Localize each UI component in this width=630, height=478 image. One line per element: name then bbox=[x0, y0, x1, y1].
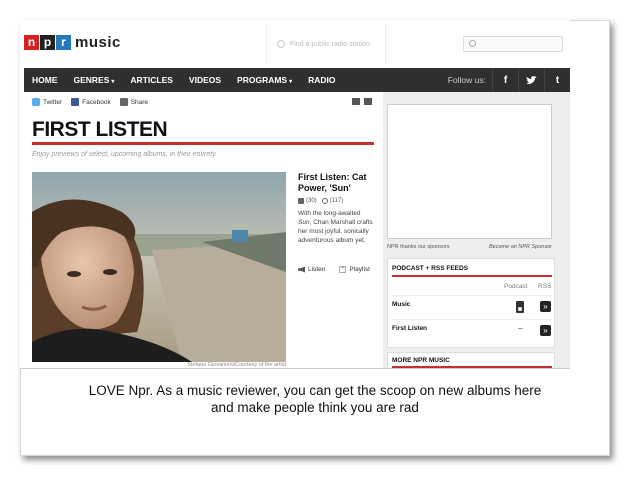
page-tagline: Enjoy previews of select, upcoming album… bbox=[32, 151, 218, 158]
page-title: FIRST LISTEN bbox=[32, 118, 168, 141]
rss-icon[interactable]: » bbox=[540, 301, 551, 312]
title-divider bbox=[32, 142, 374, 145]
chevron-down-icon: ▾ bbox=[111, 79, 115, 85]
site-header: n p r music Find a public radio station bbox=[20, 20, 570, 68]
share-bar: Twitter Facebook Share bbox=[32, 98, 157, 106]
feed-name: First Listen bbox=[392, 325, 428, 332]
npr-music-logo[interactable]: n p r music bbox=[24, 34, 121, 51]
photo-credit: Stefano Giovannini/Courtesy of the artis… bbox=[187, 362, 286, 368]
podcast-panel-title: PODCAST + RSS FEEDS bbox=[392, 265, 469, 272]
no-podcast-mark: – bbox=[518, 324, 523, 333]
playlist-button[interactable]: Playlist bbox=[349, 266, 370, 273]
nav-videos[interactable]: VIDEOS bbox=[181, 75, 229, 85]
podcast-rss-panel: PODCAST + RSS FEEDS Podcast RSS Music » … bbox=[387, 258, 555, 348]
search-icon bbox=[469, 40, 476, 47]
logo-letter-n: n bbox=[24, 35, 39, 50]
station-finder-label: Find a public radio station bbox=[290, 40, 370, 48]
nav-genres[interactable]: GENRES ▾ bbox=[66, 75, 123, 85]
facebook-share-link[interactable]: Facebook bbox=[82, 99, 111, 106]
recommend-count[interactable]: (117) bbox=[330, 198, 344, 204]
caption-line-1: LOVE Npr. As a music reviewer, you can g… bbox=[88, 383, 542, 398]
caption: LOVE Npr. As a music reviewer, you can g… bbox=[20, 382, 610, 416]
main-content: Twitter Facebook Share FIRST LISTEN Enjo… bbox=[24, 92, 380, 368]
facebook-small-icon bbox=[71, 98, 80, 106]
more-divider bbox=[392, 366, 552, 368]
twitter-bird-icon[interactable] bbox=[518, 68, 544, 92]
tumblr-icon[interactable]: t bbox=[544, 68, 570, 92]
more-npr-music-panel: MORE NPR MUSIC bbox=[387, 352, 555, 368]
logo-word: music bbox=[75, 34, 121, 51]
right-sidebar: NPR thanks our sponsors Become an NPR Sp… bbox=[383, 92, 570, 368]
rss-column-header: RSS bbox=[538, 283, 552, 290]
sponsor-thanks: NPR thanks our sponsors bbox=[387, 244, 450, 250]
feed-row-first-listen: First Listen – » bbox=[392, 319, 552, 341]
location-pin-icon bbox=[277, 40, 285, 48]
logo-letter-p: p bbox=[40, 35, 55, 50]
share-link[interactable]: Share bbox=[131, 99, 148, 106]
email-icon[interactable] bbox=[364, 98, 372, 105]
feed-row-music: Music » bbox=[392, 295, 552, 317]
plus-icon: + bbox=[339, 266, 347, 273]
story-title-link[interactable]: First Listen: Cat Power, 'Sun' bbox=[298, 172, 374, 194]
print-icon[interactable] bbox=[352, 98, 360, 105]
nav-articles[interactable]: ARTICLES bbox=[122, 75, 181, 85]
facebook-icon[interactable]: f bbox=[492, 68, 518, 92]
sponsor-ad-slot[interactable] bbox=[387, 104, 552, 239]
page-tools bbox=[348, 98, 372, 105]
become-sponsor-link[interactable]: Become an NPR Sponsor bbox=[489, 244, 552, 250]
station-finder[interactable]: Find a public radio station bbox=[266, 24, 386, 64]
story-counts: (30) (117) bbox=[298, 198, 374, 204]
chevron-down-icon: ▾ bbox=[289, 79, 293, 85]
search-input[interactable] bbox=[463, 36, 563, 52]
recommend-icon bbox=[321, 198, 328, 204]
featured-story: First Listen: Cat Power, 'Sun' (30) (117… bbox=[298, 172, 374, 245]
caption-line-2: and make people think you are rad bbox=[211, 400, 419, 415]
comment-icon bbox=[298, 198, 304, 204]
twitter-icon bbox=[32, 98, 40, 106]
more-panel-title: MORE NPR MUSIC bbox=[392, 357, 450, 364]
rss-icon[interactable]: » bbox=[540, 325, 551, 336]
album-name: Sun bbox=[298, 219, 310, 226]
podcast-column-header: Podcast bbox=[504, 283, 528, 290]
main-nav: HOME GENRES ▾ ARTICLES VIDEOS PROGRAMS ▾ R… bbox=[24, 68, 570, 92]
featured-photo[interactable] bbox=[32, 172, 286, 362]
logo-letter-r: r bbox=[56, 35, 71, 50]
npr-music-page: n p r music Find a public radio station … bbox=[20, 20, 570, 369]
follow-us-label: Follow us: bbox=[447, 75, 486, 85]
sponsor-line: NPR thanks our sponsors Become an NPR Sp… bbox=[387, 244, 552, 250]
story-actions: Listen + Playlist bbox=[298, 266, 380, 273]
podcast-divider bbox=[392, 275, 552, 277]
nav-programs[interactable]: PROGRAMS ▾ bbox=[229, 75, 300, 85]
feed-name: Music bbox=[392, 301, 411, 308]
nav-radio[interactable]: RADIO bbox=[300, 75, 343, 85]
story-teaser: With the long-awaited Sun, Chan Marshall… bbox=[298, 210, 373, 244]
ipod-icon[interactable] bbox=[516, 301, 524, 313]
comment-count[interactable]: (30) bbox=[306, 198, 317, 204]
listen-button[interactable]: Listen bbox=[308, 266, 325, 273]
nav-home[interactable]: HOME bbox=[24, 75, 66, 85]
share-icon bbox=[119, 98, 128, 106]
speaker-icon bbox=[298, 266, 305, 273]
twitter-share-link[interactable]: Twitter bbox=[43, 99, 62, 106]
